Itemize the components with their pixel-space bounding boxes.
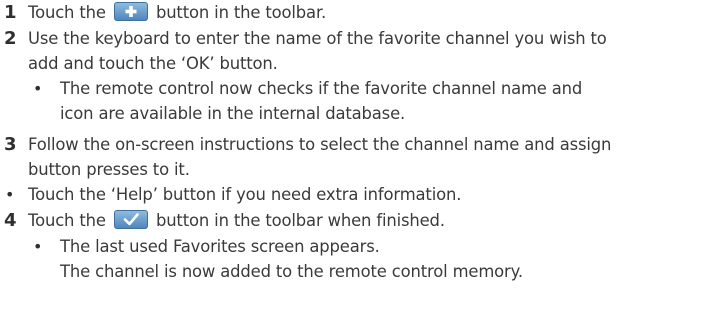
step-number: 4 — [4, 210, 17, 231]
bullet-icon: • — [5, 185, 15, 204]
bullet-icon: • — [33, 79, 43, 98]
step-number: 2 — [4, 28, 17, 49]
bullet-text: The channel is now added to the remote c… — [60, 262, 523, 281]
bullet-text: The remote control now checks if the fav… — [60, 79, 583, 98]
checkmark-icon — [113, 210, 148, 229]
bullet-icon: • — [33, 237, 43, 256]
step-text: Touch the — [28, 211, 106, 230]
step-text: button in the toolbar. — [155, 3, 327, 22]
step-text: add and touch the ‘OK’ button. — [28, 54, 278, 73]
instruction-list: 1 Touch the button in the toolbar. 2 Use… — [0, 0, 718, 325]
bullet-text: Touch the ‘Help’ button if you need extr… — [28, 185, 462, 204]
step-text: button presses to it. — [28, 160, 190, 179]
bullet-text: The last used Favorites screen appears. — [60, 237, 380, 256]
plus-icon — [113, 2, 148, 21]
step-text: Use the keyboard to enter the name of th… — [28, 29, 607, 48]
step-text: button in the toolbar when finished. — [155, 211, 445, 230]
step-number: 3 — [4, 134, 17, 155]
step-number: 1 — [4, 2, 17, 23]
bullet-text: icon are available in the internal datab… — [60, 104, 406, 123]
step-text: Follow the on-screen instructions to sel… — [28, 135, 612, 154]
step-text: Touch the — [28, 3, 106, 22]
